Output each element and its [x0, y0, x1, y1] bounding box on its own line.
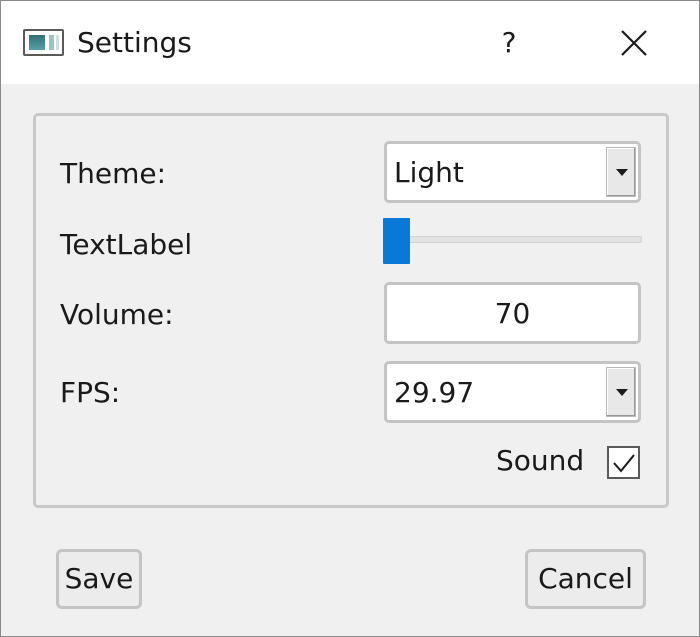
sound-label: Sound — [496, 444, 585, 477]
cancel-button[interactable]: Cancel — [525, 549, 646, 609]
theme-dropdown-button[interactable] — [606, 147, 636, 197]
settings-dialog: Settings ? Theme: Light TextLabel Volume… — [0, 0, 700, 637]
theme-combobox[interactable]: Light — [384, 141, 641, 203]
theme-value: Light — [394, 156, 464, 189]
checkmark-icon — [613, 454, 635, 473]
fps-label: FPS: — [60, 376, 121, 409]
help-button[interactable]: ? — [487, 21, 531, 65]
volume-input[interactable]: 70 — [384, 282, 641, 344]
save-button[interactable]: Save — [56, 549, 142, 609]
volume-value: 70 — [494, 297, 531, 330]
fps-value: 29.97 — [394, 376, 475, 409]
text-label: TextLabel — [60, 228, 193, 261]
fps-dropdown-button[interactable] — [606, 367, 636, 417]
close-icon — [621, 30, 647, 56]
close-button[interactable] — [609, 21, 657, 65]
slider-handle[interactable] — [383, 218, 410, 264]
theme-label: Theme: — [60, 157, 167, 190]
chevron-down-icon — [616, 169, 628, 176]
fps-combobox[interactable]: 29.97 — [384, 361, 641, 423]
window-title: Settings — [77, 26, 192, 59]
title-bar[interactable]: Settings ? — [1, 1, 699, 84]
app-window-icon — [23, 29, 64, 56]
slider-track[interactable] — [386, 236, 642, 243]
volume-label: Volume: — [60, 298, 174, 331]
chevron-down-icon — [616, 389, 628, 396]
sound-checkbox[interactable] — [607, 446, 640, 479]
